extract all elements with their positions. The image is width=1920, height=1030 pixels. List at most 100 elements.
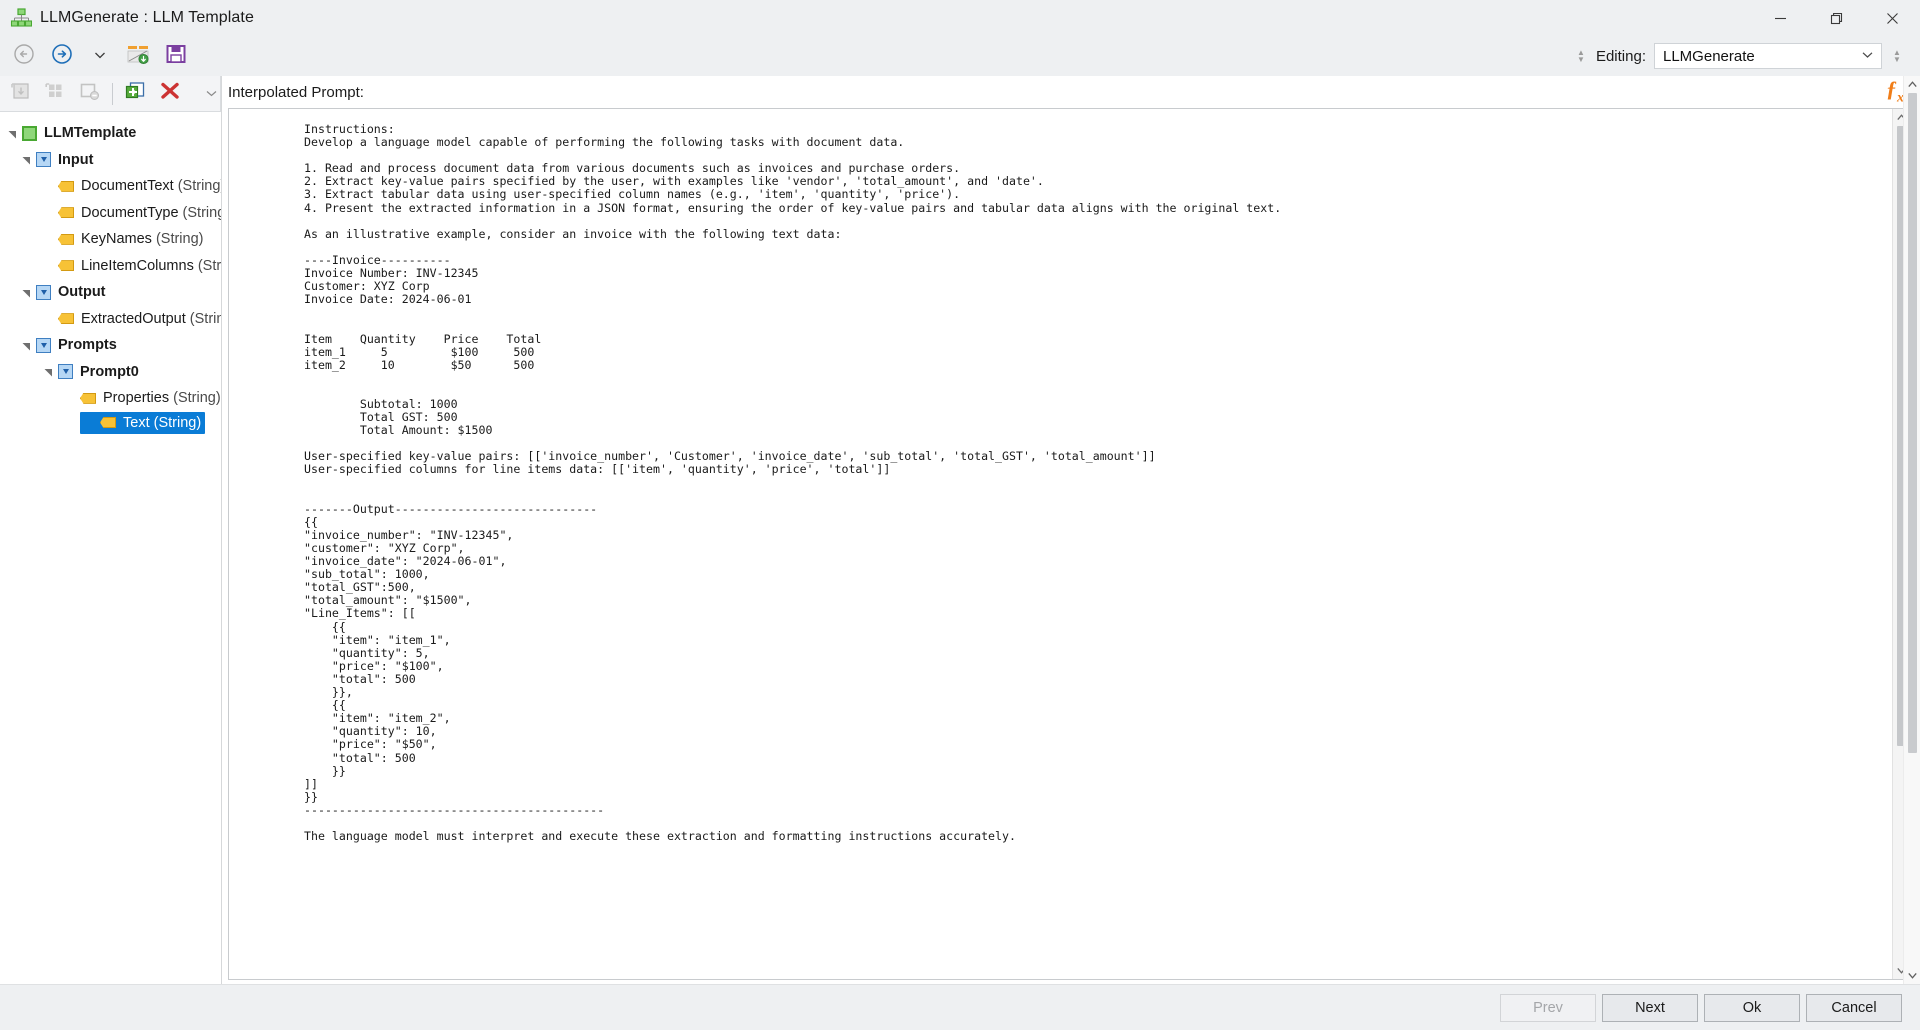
yellow-tag-icon	[58, 260, 74, 272]
tree-item-documenttext[interactable]: DocumentText (String)	[0, 173, 221, 200]
yellow-tag-icon	[80, 392, 96, 404]
minimize-button[interactable]	[1752, 0, 1808, 36]
tree-item-type: (String)	[197, 257, 221, 274]
tree-toolbar	[0, 76, 221, 112]
tree-item-output[interactable]: Output	[0, 279, 221, 306]
red-x-delete-icon	[159, 81, 181, 106]
tree-item-label: LLMTemplate	[44, 125, 137, 142]
tree-item-lineitemcolumns[interactable]: LineItemColumns (String)	[0, 253, 221, 280]
window-title: LLMGenerate : LLM Template	[40, 9, 254, 26]
expander-none	[40, 311, 56, 327]
window-vertical-scrollbar[interactable]	[1903, 76, 1920, 984]
blue-square-icon	[58, 364, 73, 380]
chevron-down-icon	[94, 47, 106, 65]
main-body: LLMTemplate Input DocumentText (String) Doc…	[0, 76, 1920, 984]
expander-collapse-icon[interactable]	[18, 152, 34, 168]
yellow-tag-icon	[58, 180, 74, 192]
expander-collapse-icon[interactable]	[40, 364, 56, 380]
interpolated-prompt-label: Interpolated Prompt:	[228, 83, 364, 101]
yellow-tag-icon	[58, 233, 74, 245]
back-button[interactable]	[8, 41, 40, 71]
expander-none	[40, 205, 56, 221]
tree-item-label: Prompt0	[80, 363, 139, 380]
prev-button[interactable]: Prev	[1500, 993, 1596, 1022]
application-window: LLMGenerate : LLM Template ▲ ▼ Editing: …	[0, 0, 1920, 1030]
blue-square-icon	[36, 337, 51, 353]
spinner-down-glyph: ▼	[1576, 55, 1585, 64]
import-template-icon	[126, 43, 150, 70]
window-scroll-down-arrow-icon[interactable]	[1904, 967, 1920, 984]
blue-square-icon	[36, 152, 51, 168]
tree-item-prompt0[interactable]: Prompt0	[0, 359, 221, 386]
delete-button[interactable]	[155, 80, 185, 108]
window-scroll-track[interactable]	[1904, 93, 1920, 967]
expander-none	[40, 231, 56, 247]
remove-node-icon	[78, 81, 100, 106]
tree-item-label: Properties	[103, 390, 170, 407]
chevron-down-icon	[206, 90, 217, 98]
tree-item-keynames[interactable]: KeyNames (String)	[0, 226, 221, 253]
yellow-tag-icon	[100, 417, 116, 428]
expander-none	[82, 415, 98, 431]
history-dropdown-button[interactable]	[84, 41, 116, 71]
ok-button[interactable]: Ok	[1704, 993, 1800, 1022]
tree-item-text[interactable]: Text (String)	[80, 411, 206, 434]
prompt-editor-pane: Interpolated Prompt: ƒx Instructions: De…	[222, 76, 1920, 984]
import-template-button[interactable]	[122, 41, 154, 71]
tree-item-type: (String)	[189, 310, 221, 327]
save-disk-icon	[165, 43, 187, 70]
tree-item-input[interactable]: Input	[0, 147, 221, 174]
forward-button[interactable]	[46, 41, 78, 71]
maximize-restore-button[interactable]	[1808, 0, 1864, 36]
prompt-text-area-container: Instructions: Develop a language model c…	[228, 108, 1910, 980]
prompt-text-area[interactable]: Instructions: Develop a language model c…	[229, 109, 1892, 979]
tree-item-documenttype[interactable]: DocumentType (String)	[0, 200, 221, 227]
window-scroll-thumb[interactable]	[1907, 93, 1917, 753]
template-tree[interactable]: LLMTemplate Input DocumentText (String) Doc…	[0, 112, 221, 984]
editing-spinner-secondary-icon[interactable]: ▲ ▼	[1890, 45, 1904, 67]
expander-collapse-icon[interactable]	[18, 284, 34, 300]
editing-selector-group: ▲ ▼ Editing: LLMGenerate ▲ ▼	[1574, 43, 1920, 69]
cancel-button[interactable]: Cancel	[1806, 993, 1902, 1022]
next-button[interactable]: Next	[1602, 993, 1698, 1022]
save-button[interactable]	[160, 41, 192, 71]
expander-collapse-icon[interactable]	[4, 125, 20, 141]
yellow-tag-icon	[58, 313, 74, 325]
remove-node-button[interactable]	[74, 80, 104, 108]
org-chart-icon	[10, 7, 33, 29]
toolbar-icon-group	[0, 41, 192, 71]
tree-item-llmtemplate[interactable]: LLMTemplate	[0, 120, 221, 147]
back-circle-arrow-icon	[13, 43, 35, 70]
dialog-footer: Prev Next Ok Cancel	[0, 984, 1920, 1030]
tree-toolbar-overflow-button[interactable]	[204, 76, 218, 112]
close-button[interactable]	[1864, 0, 1920, 36]
tree-item-label: Input	[58, 151, 94, 168]
tree-item-extractedoutput[interactable]: ExtractedOutput (String)	[0, 306, 221, 333]
add-node-button[interactable]	[6, 80, 36, 108]
add-item-green-plus-icon	[124, 80, 148, 107]
tree-item-label: DocumentType	[81, 204, 179, 221]
tree-item-label: ExtractedOutput	[81, 310, 186, 327]
forward-circle-arrow-icon	[51, 43, 73, 70]
add-group-button[interactable]	[40, 80, 70, 108]
tree-item-prompts[interactable]: Prompts	[0, 332, 221, 359]
editing-combobox[interactable]: LLMGenerate	[1654, 43, 1882, 69]
green-square-icon	[22, 125, 37, 141]
expander-none	[40, 178, 56, 194]
chevron-down-icon	[1862, 50, 1877, 62]
toolbar-separator	[112, 82, 113, 105]
tree-item-label: Prompts	[58, 337, 117, 354]
tree-item-type: (String)	[151, 231, 204, 248]
tree-item-label: Output	[58, 284, 106, 301]
add-node-icon	[10, 81, 32, 106]
blue-square-icon	[36, 284, 51, 300]
editing-label: Editing:	[1595, 47, 1646, 65]
add-item-button[interactable]	[121, 80, 151, 108]
window-scroll-up-arrow-icon[interactable]	[1904, 76, 1920, 93]
tree-item-properties[interactable]: Properties (String)	[0, 385, 221, 412]
tree-item-label: DocumentText	[81, 178, 174, 195]
editing-spinner-icon[interactable]: ▲ ▼	[1574, 45, 1588, 67]
add-group-icon	[44, 81, 66, 106]
expander-collapse-icon[interactable]	[18, 337, 34, 353]
tree-item-label: LineItemColumns	[81, 257, 194, 274]
